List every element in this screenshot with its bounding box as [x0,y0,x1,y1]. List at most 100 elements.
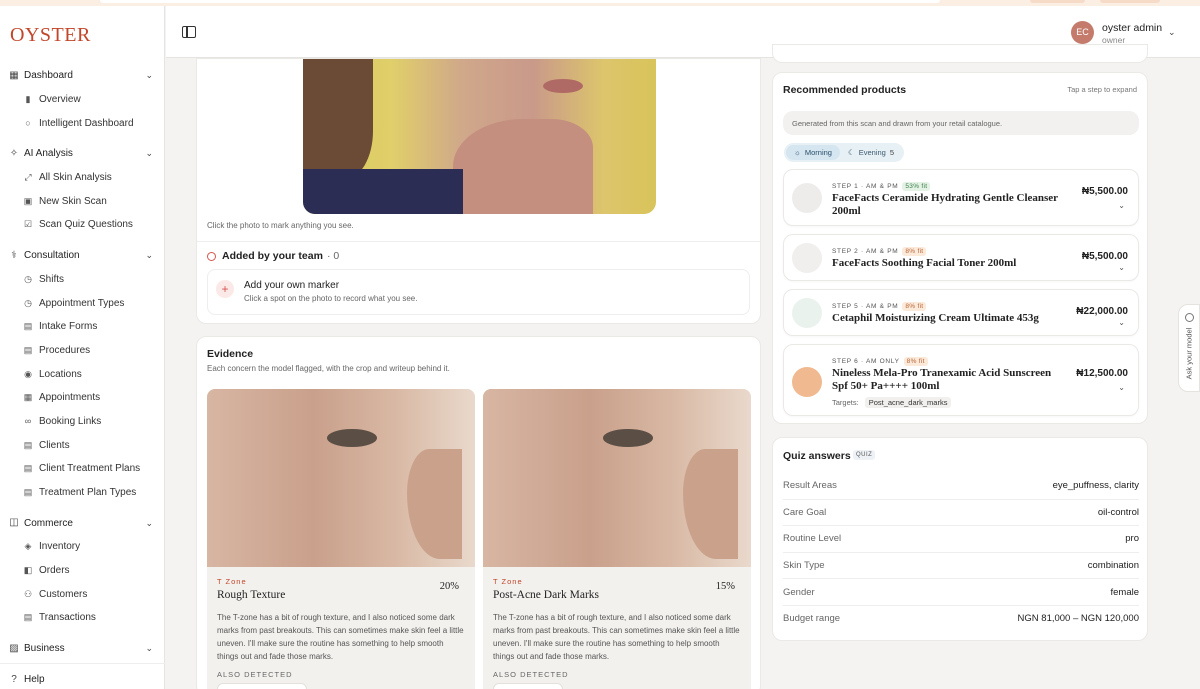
sidebar-item-booking-links[interactable]: ∞ Booking Links [0,410,165,434]
brand-logo[interactable]: OYSTER [10,24,91,47]
quiz-row: Routine Level pro [783,525,1139,552]
evidence-title: Evidence [207,348,254,360]
top-strip-button[interactable] [1100,0,1160,3]
clock-icon: ◷ [24,273,32,284]
top-strip-button[interactable] [1030,0,1085,3]
cart-icon: ◧ [23,565,33,576]
sidebar-item-new-skin-scan[interactable]: ▣ New Skin Scan [0,189,165,213]
sidebar-item-label: Inventory [39,541,81,553]
add-marker-button[interactable]: + Add your own marker Click a spot on th… [207,269,750,315]
avatar[interactable]: EC [1071,21,1094,44]
evidence-crop-image[interactable] [207,389,475,567]
sidebar-item-appointments[interactable]: ▦ Appointments [0,386,165,410]
sidebar-item-client-treatment-plans[interactable]: ▤ Client Treatment Plans [0,457,165,481]
product-price: ₦22,000.00 [1076,306,1128,317]
evidence-crop-image[interactable] [483,389,751,567]
sidebar-toggle-icon[interactable] [182,26,196,38]
product-price: ₦5,500.00 [1081,251,1128,262]
clock-icon: ◷ [24,297,32,308]
users-icon: ⚇ [23,588,33,599]
help-label: Help [24,674,45,686]
quiz-label: Skin Type [783,560,825,572]
calendar-icon: ▦ [23,392,33,403]
nav-group-consultation[interactable]: ⚕ Consultation ⌄ [0,244,165,268]
briefcase-icon: ▨ [9,642,19,654]
sidebar-item-label: Intelligent Dashboard [39,117,134,129]
product-targets: Targets: Post_acne_dark_marks [832,397,952,408]
routine-tabs: ☼ Morning ☾ Evening 5 [784,143,904,162]
chevron-down-icon: ⌄ [145,70,153,81]
evidence-concern-name: Rough Texture [217,589,286,601]
sidebar-item-label: Locations [39,368,82,380]
quiz-title: Quiz answers [783,450,851,462]
nav-group-commerce[interactable]: ◫ Commerce ⌄ [0,511,165,535]
also-detected-chip[interactable] [493,683,563,689]
sidebar-item-inventory[interactable]: ◈ Inventory [0,535,165,559]
product-step-card[interactable]: STEP 1 · AM & PM 53% fit FaceFacts Ceram… [783,169,1139,226]
camera-icon: ▣ [23,195,33,206]
evidence-zone: T Zone [493,577,523,586]
nav-group-ai-analysis[interactable]: ✧ AI Analysis ⌄ [0,142,165,166]
scan-photo[interactable] [303,59,656,214]
chevron-down-icon[interactable]: ⌄ [1118,201,1125,210]
product-step-card[interactable]: STEP 6 · AM ONLY 8% fit Nineless Mela-Pr… [783,344,1139,416]
fit-badge: 8% fit [902,302,927,311]
sidebar-item-orders[interactable]: ◧ Orders [0,559,165,583]
sidebar-item-label: Transactions [39,612,96,624]
chevron-down-icon: ⌄ [145,250,153,261]
quiz-label: Care Goal [783,506,827,518]
sidebar-item-overview[interactable]: ▮ Overview [0,88,165,112]
chevron-down-icon[interactable]: ⌄ [1168,27,1176,38]
sidebar-item-shifts[interactable]: ◷ Shifts [0,268,165,292]
also-detected-chip[interactable] [217,683,307,689]
chevron-down-icon[interactable]: ⌄ [1118,383,1125,392]
chevron-down-icon: ⌄ [145,517,153,528]
chevron-down-icon[interactable]: ⌄ [1118,263,1125,272]
box-icon: ◈ [24,541,32,552]
quiz-answers-card: Quiz answers QUIZ Result Areas eye_puffn… [772,437,1148,641]
targets-label: Targets: [832,398,859,407]
sidebar-item-label: Customers [39,588,88,600]
tab-evening[interactable]: ☾ Evening 5 [840,145,902,160]
sidebar-item-all-skin-analysis[interactable]: ⤢ All Skin Analysis [0,166,165,190]
expand-icon: ⤢ [24,172,32,183]
sidebar-item-appointment-types[interactable]: ◷ Appointment Types [0,291,165,315]
sidebar-item-label: Shifts [39,273,65,285]
sidebar-item-transactions[interactable]: ▤ Transactions [0,606,165,630]
evidence-item[interactable]: T Zone Post-Acne Dark Marks 15% The T-zo… [483,389,751,689]
top-strip-bar [100,0,940,3]
user-name[interactable]: oyster admin [1102,22,1162,34]
evidence-description: The T-zone has a bit of rough texture, a… [217,613,464,661]
photo-shirt-region [303,169,463,214]
sidebar-item-intake-forms[interactable]: ▤ Intake Forms [0,315,165,339]
scan-photo-card: Click the photo to mark anything you see… [196,58,761,324]
sidebar-item-intelligent-dashboard[interactable]: ○ Intelligent Dashboard [0,111,165,135]
nav-group-business[interactable]: ▨ Business ⌄ [0,637,165,661]
sidebar: OYSTER ▦ Dashboard ⌄ ▮ Overview ○ Intellig… [0,6,165,689]
ask-your-model-tab[interactable]: Ask your model [1178,304,1200,392]
sidebar-item-treatment-plan-types[interactable]: ▤ Treatment Plan Types [0,481,165,505]
sidebar-item-label: Orders [39,565,70,577]
nav-group-dashboard[interactable]: ▦ Dashboard ⌄ [0,64,165,88]
evidence-item[interactable]: T Zone Rough Texture 20% The T-zone has … [207,389,475,689]
fit-badge: 8% fit [903,357,928,366]
chat-icon [1185,313,1194,322]
quiz-row: Result Areas eye_puffness, clarity [783,472,1139,499]
document-icon: ▤ [23,321,33,332]
product-step-card[interactable]: STEP 5 · AM & PM 8% fit Cetaphil Moistur… [783,289,1139,336]
tab-morning[interactable]: ☼ Morning [786,145,840,160]
product-step-card[interactable]: STEP 2 · AM & PM 8% fit FaceFacts Soothi… [783,234,1139,281]
sidebar-item-locations[interactable]: ◉ Locations [0,362,165,386]
chevron-down-icon[interactable]: ⌄ [1118,318,1125,327]
product-step-label: STEP 2 · AM & PM [832,248,899,255]
sidebar-item-clients[interactable]: ▤ Clients [0,433,165,457]
product-price: ₦5,500.00 [1081,186,1128,197]
product-name: Cetaphil Moisturizing Cream Ultimate 453… [832,312,1039,324]
sidebar-item-procedures[interactable]: ▤ Procedures [0,339,165,363]
document-icon: ▤ [23,463,33,474]
help-link[interactable]: ? Help [0,668,165,689]
sidebar-item-customers[interactable]: ⚇ Customers [0,582,165,606]
previous-card-bottom [772,44,1148,63]
sidebar-item-scan-quiz-questions[interactable]: ☑ Scan Quiz Questions [0,213,165,237]
product-thumbnail [792,367,822,397]
